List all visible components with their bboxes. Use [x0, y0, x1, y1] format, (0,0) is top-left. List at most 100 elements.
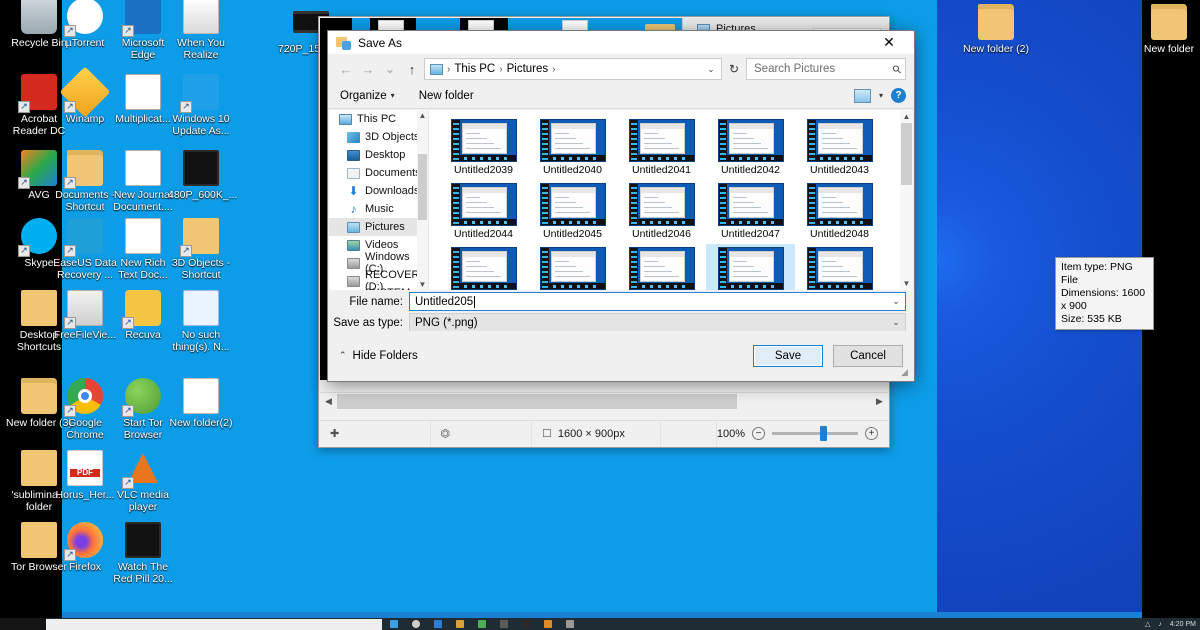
navigation-bar[interactable]: ← → ⌄ ↑ › This PC › Pictures › ⌄ ↻ Searc… — [328, 55, 914, 83]
scroll-right-icon[interactable]: ▶ — [871, 396, 888, 407]
dialog-toolbar[interactable]: Organize ▾ New folder ▾ ? — [328, 83, 914, 109]
zoom-slider-track[interactable] — [772, 426, 858, 441]
clock[interactable]: 4:20 PM — [1170, 621, 1196, 628]
save-as-type-select[interactable]: PNG (*.png) ⌄ — [409, 313, 906, 332]
file-item[interactable]: Untitled2043 — [795, 116, 884, 180]
desktop-icon[interactable]: ↗ FreeFileVie... — [52, 288, 118, 342]
taskbar-icon-6[interactable] — [500, 620, 508, 628]
scroll-left-icon[interactable]: ◀ — [320, 396, 337, 407]
desktop-icon[interactable]: Watch The Red Pill 20... — [110, 520, 176, 585]
file-item[interactable]: Untitled2044 — [439, 180, 528, 244]
file-item[interactable]: Untitled2051 — [617, 244, 706, 290]
desktop-icon[interactable]: ↗ EaseUS Data Recovery ... — [52, 216, 118, 281]
scroll-track[interactable] — [337, 393, 871, 409]
network-icon[interactable]: △ — [1145, 620, 1150, 628]
back-button[interactable]: ← — [336, 58, 356, 80]
desktop-icon[interactable]: ↗ Firefox — [52, 520, 118, 574]
file-item[interactable]: Untitled2042 — [706, 116, 795, 180]
file-item[interactable]: Untitled2046 — [617, 180, 706, 244]
taskbar-icon-4[interactable] — [456, 620, 464, 628]
desktop-icon[interactable]: New Journal Document.... — [110, 148, 176, 213]
scroll-up-icon[interactable]: ▲ — [417, 110, 428, 121]
view-layout-icon[interactable] — [853, 88, 871, 103]
desktop-icon[interactable]: New folder(2) — [168, 376, 234, 430]
desktop-icon[interactable]: ↗ Documents - Shortcut — [52, 148, 118, 213]
file-item[interactable]: Untitled2039 — [439, 116, 528, 180]
taskbar-search-input[interactable] — [46, 619, 382, 630]
file-item[interactable]: Untitled2040 — [528, 116, 617, 180]
file-item[interactable]: Untitled2055 — [795, 244, 884, 290]
system-tray[interactable]: △ ♪ 4:20 PM — [1145, 618, 1196, 630]
recent-locations-button[interactable]: ⌄ — [380, 58, 400, 80]
taskbar-icon-9[interactable] — [566, 620, 574, 628]
hide-folders-button[interactable]: ⌃ Hide Folders — [339, 350, 418, 362]
file-item[interactable]: Untitled2050 — [528, 244, 617, 290]
desktop-icon[interactable]: ↗ Start Tor Browser — [110, 376, 176, 441]
new-folder-button[interactable]: New folder — [415, 85, 478, 107]
cancel-button[interactable]: Cancel — [833, 344, 903, 367]
refresh-icon[interactable]: ↻ — [724, 58, 744, 80]
desktop-icon[interactable]: No such thing(s). N... — [168, 288, 234, 353]
desktop-icon[interactable]: ↗ VLC media player — [110, 448, 176, 513]
file-item[interactable]: Untitled2048 — [795, 180, 884, 244]
search-input[interactable]: Search Pictures ⚲ — [746, 58, 906, 80]
zoom-out-button[interactable]: − — [752, 427, 765, 440]
scroll-thumb[interactable] — [337, 393, 737, 409]
tree-item-3d-objects[interactable]: 3D Objects — [329, 128, 428, 146]
start-button[interactable] — [0, 618, 46, 630]
save-button[interactable]: Save — [753, 344, 823, 367]
forward-button[interactable]: → — [358, 58, 378, 80]
breadcrumb-item-pictures[interactable]: Pictures — [507, 63, 549, 75]
file-item[interactable]: Untitled2052 — [706, 244, 795, 290]
desktop-icon[interactable]: ↗ Microsoft Edge — [110, 0, 176, 61]
dialog-title-bar[interactable]: Save As ✕ — [328, 31, 914, 55]
navigation-tree[interactable]: This PC 3D Objects Desktop Documents ⬇ Downlo… — [329, 110, 429, 290]
chevron-down-icon[interactable]: ▾ — [879, 91, 883, 100]
up-button[interactable]: ↑ — [402, 58, 422, 80]
file-name-input[interactable]: Untitled205 ⌄ — [409, 292, 906, 311]
file-item[interactable]: Untitled2049 — [439, 244, 528, 290]
tree-item-desktop[interactable]: Desktop — [329, 146, 428, 164]
paint-horizontal-scrollbar[interactable]: ◀ ▶ — [320, 392, 888, 409]
zoom-slider-thumb[interactable] — [820, 426, 827, 441]
desktop-icon[interactable]: ↗ 3D Objects - Shortcut — [168, 216, 234, 281]
desktop-icon-new-folder[interactable]: New folder — [1136, 2, 1200, 56]
scroll-up-icon[interactable]: ▲ — [900, 110, 913, 123]
zoom-in-button[interactable]: + — [865, 427, 878, 440]
taskbar-icon-7[interactable] — [522, 620, 530, 628]
taskbar[interactable]: △ ♪ 4:20 PM — [0, 618, 1200, 630]
breadcrumb-item-thispc[interactable]: This PC — [454, 63, 495, 75]
organize-button[interactable]: Organize ▾ — [336, 85, 399, 107]
file-list-scrollbar[interactable]: ▲ ▼ — [900, 110, 913, 290]
scroll-thumb[interactable] — [901, 123, 912, 185]
desktop-icon[interactable]: New Rich Text Doc... — [110, 216, 176, 281]
tree-item-documents[interactable]: Documents — [329, 164, 428, 182]
chevron-down-icon[interactable]: ⌄ — [889, 296, 903, 307]
chevron-down-icon[interactable]: ⌄ — [703, 64, 719, 75]
desktop-icon[interactable]: Horus_Her... — [52, 448, 118, 502]
scroll-thumb[interactable] — [418, 154, 427, 220]
file-item[interactable]: Untitled2045 — [528, 180, 617, 244]
desktop-icon[interactable]: ↗ Google Chrome — [52, 376, 118, 441]
resize-grip-icon[interactable]: ◢ — [901, 368, 911, 378]
tree-item-music[interactable]: ♪ Music — [329, 200, 428, 218]
save-as-dialog[interactable]: Save As ✕ ← → ⌄ ↑ › This PC › Pictures ›… — [327, 30, 1154, 382]
desktop-icon[interactable]: 480P_600K_... — [168, 148, 237, 202]
scroll-down-icon[interactable]: ▼ — [900, 277, 913, 290]
chevron-down-icon[interactable]: ⌄ — [889, 317, 903, 328]
help-icon[interactable]: ? — [891, 88, 906, 103]
desktop-icon[interactable]: ↗ Recuva — [110, 288, 176, 342]
file-item[interactable]: Untitled2041 — [617, 116, 706, 180]
taskbar-app-icons[interactable] — [390, 618, 574, 630]
tree-scrollbar[interactable]: ▲ ▼ — [417, 110, 428, 290]
taskbar-icon-3[interactable] — [434, 620, 442, 628]
taskbar-icon-2[interactable] — [412, 620, 420, 628]
taskbar-icon-5[interactable] — [478, 620, 486, 628]
file-item[interactable]: Untitled2047 — [706, 180, 795, 244]
breadcrumb[interactable]: › This PC › Pictures › ⌄ — [424, 58, 722, 80]
tree-item-downloads[interactable]: ⬇ Downloads — [329, 182, 428, 200]
desktop-icon[interactable]: When You Realize — [168, 0, 234, 61]
taskbar-icon-1[interactable] — [390, 620, 398, 628]
desktop-icon-new-folder-2[interactable]: New folder (2) — [963, 2, 1029, 56]
scroll-down-icon[interactable]: ▼ — [417, 279, 428, 290]
